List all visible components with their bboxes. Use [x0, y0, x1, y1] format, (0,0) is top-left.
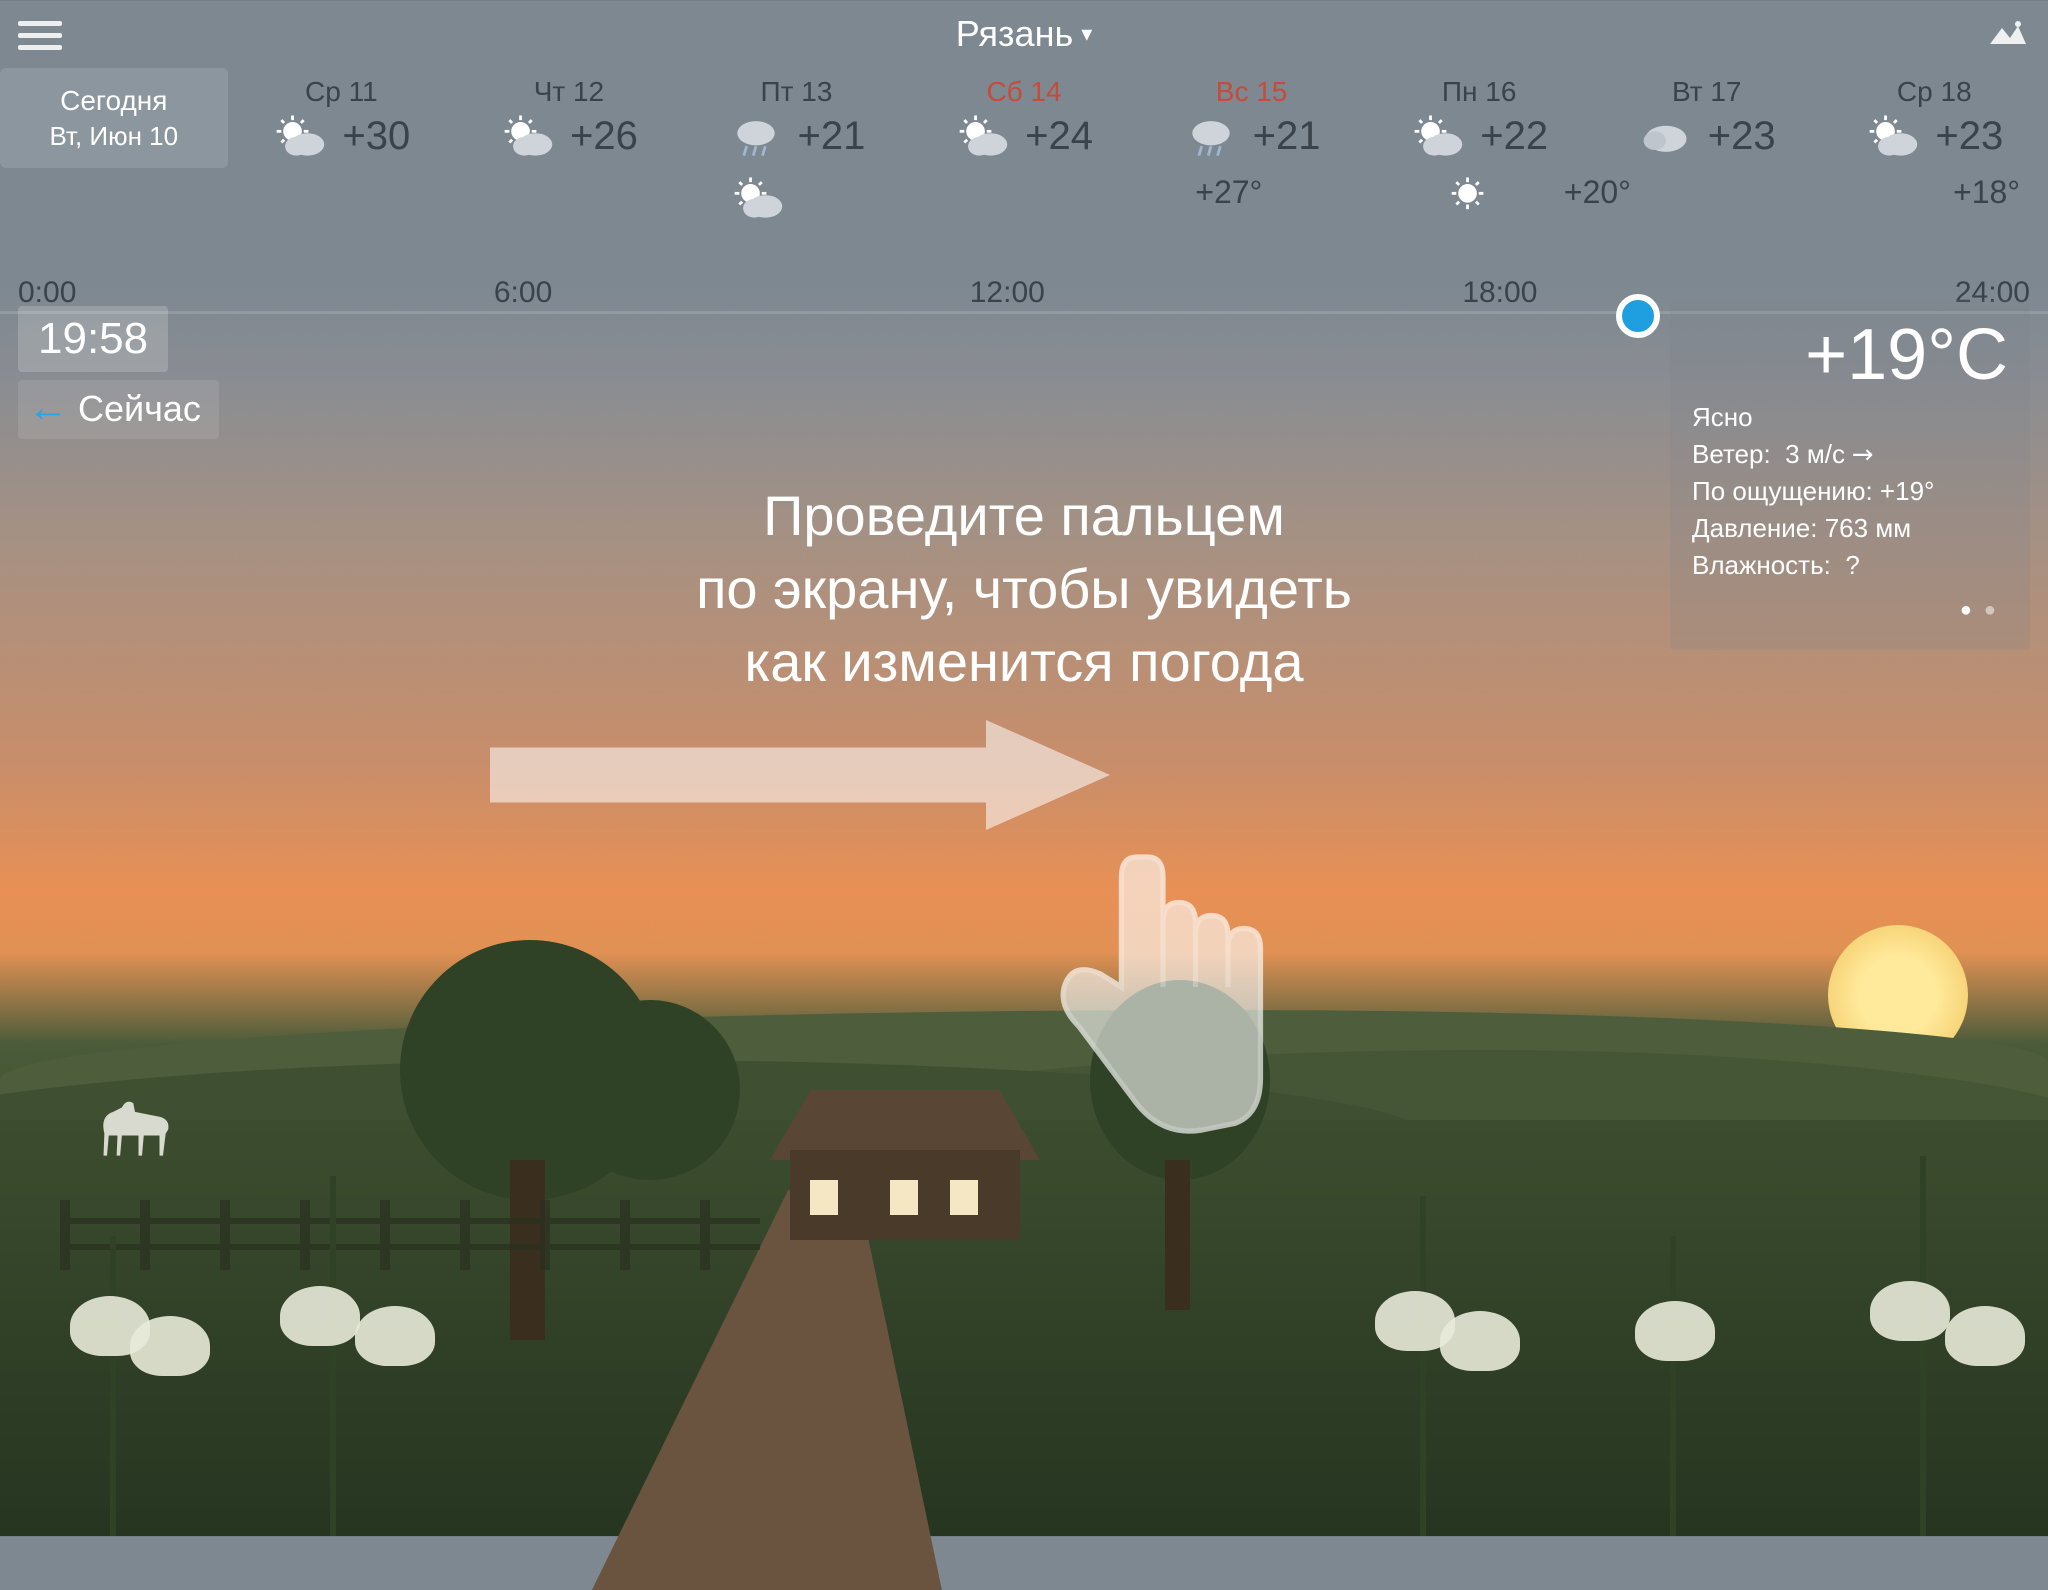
tutorial-text: Проведите пальцем по экрану, чтобы увиде… [474, 480, 1574, 698]
feels-line: По ощущению: +19° [1692, 476, 2008, 507]
menu-button[interactable] [18, 14, 62, 54]
hourly-timeline[interactable]: +27°+20°+18° 0:006:0012:0018:0024:00 [0, 174, 2048, 314]
hour-point [1415, 174, 1535, 222]
swipe-hand-icon [1020, 830, 1280, 1170]
wind-direction-icon: ↗ [1844, 436, 1881, 473]
location-name: Рязань [956, 13, 1073, 55]
forecast-day[interactable]: Пн 16+22 [1365, 68, 1593, 168]
forecast-day[interactable]: Чт 12+26 [455, 68, 683, 168]
partly-cloudy-icon [1410, 112, 1466, 160]
cloudy-icon [1638, 112, 1694, 160]
condition: Ясно [1692, 402, 2008, 433]
location-selector[interactable]: Рязань ▾ [956, 13, 1093, 55]
hour-tick: 0:00 [18, 276, 76, 310]
rain-icon [1183, 112, 1239, 160]
humidity-line: Влажность: ? [1692, 550, 2008, 581]
partly-cloudy-icon [730, 174, 786, 222]
now-label: Сейчас [78, 388, 201, 430]
rain-icon [728, 112, 784, 160]
weather-detail-panel[interactable]: +19°C Ясно Ветер: 3 м/с ↗ По ощущению: +… [1670, 300, 2030, 650]
now-button[interactable]: ← Сейчас [18, 380, 219, 439]
partly-cloudy-icon [500, 112, 556, 160]
current-temperature: +19°C [1692, 314, 2008, 396]
landscape-toggle-icon[interactable] [1988, 18, 2028, 48]
hour-point [698, 174, 818, 222]
partly-cloudy-icon [1865, 112, 1921, 160]
hour-tick: 12:00 [970, 276, 1045, 310]
hour-point: +27° [1169, 174, 1289, 211]
arrow-left-icon: ← [28, 386, 68, 431]
forecast-day[interactable]: Сб 14+24 [910, 68, 1138, 168]
swipe-arrow-icon [490, 720, 1110, 830]
partly-cloudy-icon [272, 112, 328, 160]
partly-cloudy-icon [955, 112, 1011, 160]
hour-tick: 6:00 [494, 276, 552, 310]
forecast-day-today[interactable]: СегодняВт, Июн 10 [0, 68, 228, 168]
forecast-day[interactable]: Ср 11+30 [228, 68, 456, 168]
hour-point: +20° [1537, 174, 1657, 211]
selected-time: 19:58 [18, 306, 168, 372]
panel-pager[interactable]: ●● [1692, 599, 2008, 622]
chevron-down-icon: ▾ [1081, 21, 1092, 47]
wind-line: Ветер: 3 м/с ↗ [1692, 439, 2008, 470]
forecast-day[interactable]: Вт 17+23 [1593, 68, 1821, 168]
forecast-strip[interactable]: СегодняВт, Июн 10Ср 11+30Чт 12+26Пт 13+2… [0, 68, 2048, 168]
sunny-icon [1447, 174, 1503, 222]
forecast-day[interactable]: Ср 18+23 [1821, 68, 2048, 168]
hour-point: +18° [1927, 174, 2047, 211]
pressure-line: Давление: 763 мм [1692, 513, 2008, 544]
hour-tick: 18:00 [1462, 276, 1537, 310]
forecast-day[interactable]: Пт 13+21 [683, 68, 911, 168]
forecast-day[interactable]: Вс 15+21 [1138, 68, 1366, 168]
